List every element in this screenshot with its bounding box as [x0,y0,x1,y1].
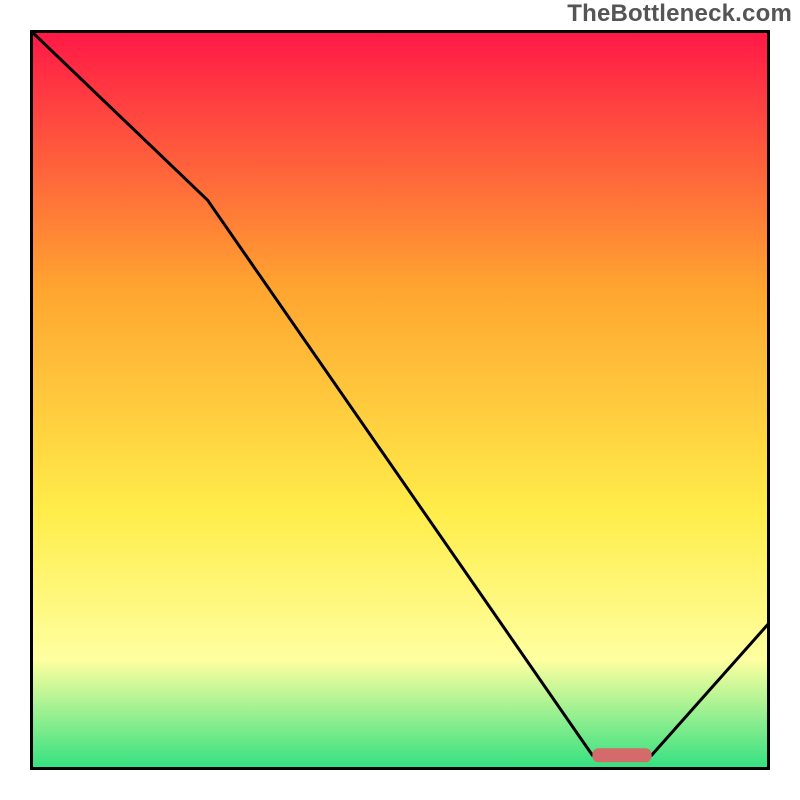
gradient-background [30,30,770,770]
plot-area [30,30,770,770]
attribution-label: TheBottleneck.com [567,0,792,28]
chart-container: TheBottleneck.com [0,0,800,800]
plot-svg [30,30,770,770]
minimum-marker [592,748,651,762]
